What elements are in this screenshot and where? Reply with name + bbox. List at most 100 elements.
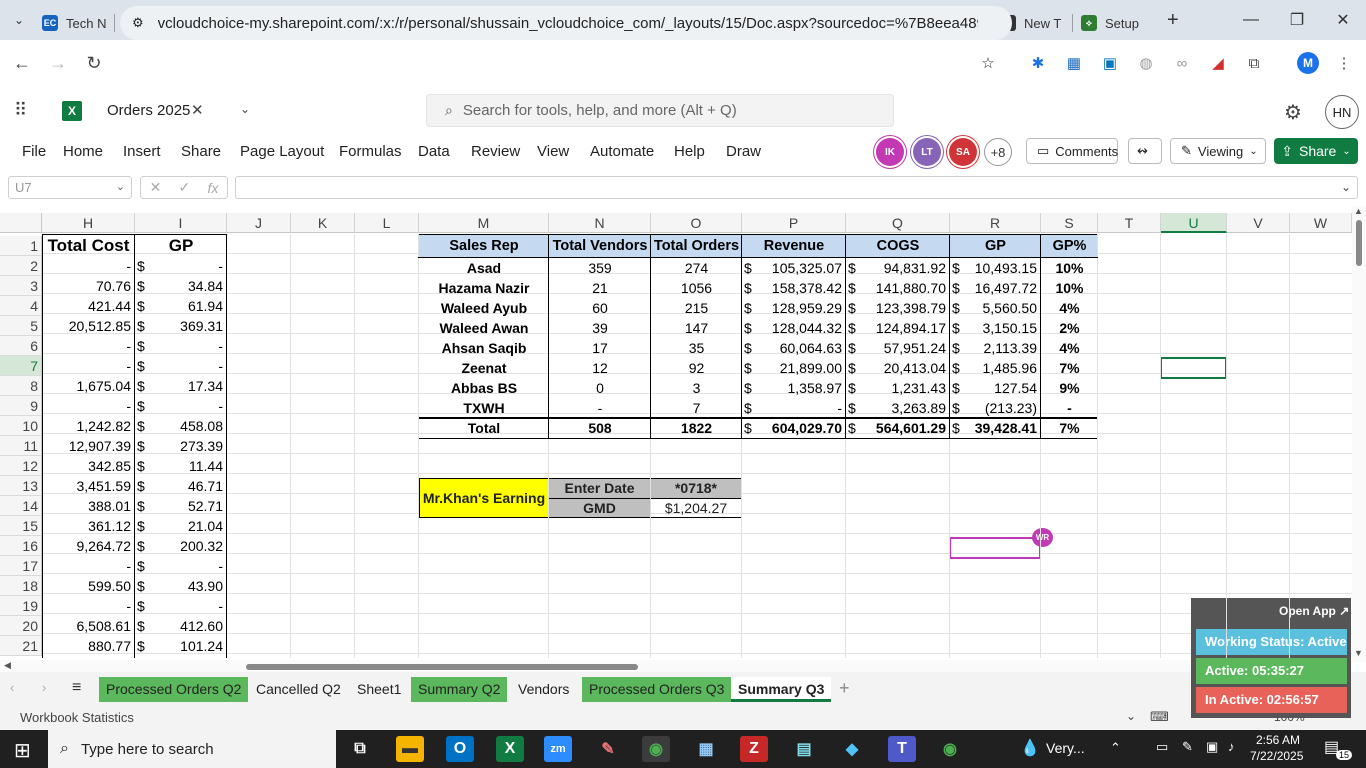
filezilla-icon[interactable]: Z bbox=[740, 736, 768, 762]
summary-header[interactable]: COGS bbox=[846, 236, 950, 256]
document-title[interactable]: Orders 2025 bbox=[107, 102, 190, 119]
sheet-tab[interactable]: Cancelled Q2 bbox=[249, 677, 348, 702]
workbook-statistics[interactable]: Workbook Statistics bbox=[20, 710, 134, 725]
gp-cell[interactable]: 200.32 bbox=[135, 536, 227, 556]
total-vendors-cell[interactable]: 12 bbox=[549, 358, 651, 378]
summary-gp-cell[interactable]: 2,113.39 bbox=[950, 338, 1041, 358]
total-cost-cell[interactable]: 388.01 bbox=[42, 496, 135, 516]
more-collaborators[interactable]: +8 bbox=[984, 138, 1012, 166]
column-header-O[interactable]: O bbox=[651, 213, 742, 233]
gp-cell[interactable]: 52.71 bbox=[135, 496, 227, 516]
windows-start-icon[interactable]: ⊞ bbox=[14, 738, 31, 763]
total-vendors-cell[interactable]: 359 bbox=[549, 258, 651, 278]
row-header-8[interactable]: 8 bbox=[0, 376, 42, 396]
row-header-10[interactable]: 10 bbox=[0, 416, 42, 436]
total-orders-cell[interactable]: 3 bbox=[651, 378, 742, 398]
collaborator-avatar[interactable]: LT bbox=[913, 138, 941, 166]
share-button[interactable]: ⇪ Share ⌄ bbox=[1274, 138, 1358, 164]
tray-app-icon[interactable]: ▭ bbox=[1156, 739, 1168, 755]
ribbon-tab-automate[interactable]: Automate bbox=[590, 143, 654, 160]
chrome-taskbar-icon[interactable]: ◉ bbox=[642, 736, 670, 762]
total-orders-cell[interactable]: 7 bbox=[651, 398, 742, 418]
close-window-icon[interactable]: ✕ bbox=[1320, 0, 1366, 40]
weather-icon[interactable]: 💧 bbox=[1020, 738, 1040, 758]
row-header-15[interactable]: 15 bbox=[0, 516, 42, 536]
column-header-H[interactable]: H bbox=[42, 213, 135, 233]
omnibox[interactable]: ⚙ vcloudchoice-my.sharepoint.com/:x:/r/p… bbox=[120, 6, 1012, 40]
total-orders-cell[interactable]: 1822 bbox=[651, 418, 742, 438]
formula-input[interactable]: ⌄ bbox=[235, 176, 1358, 199]
network-icon[interactable]: ▣ bbox=[1206, 739, 1218, 755]
select-all-corner[interactable] bbox=[0, 213, 42, 233]
total-cost-cell[interactable]: - bbox=[42, 596, 135, 616]
gp-cell[interactable]: 273.39 bbox=[135, 436, 227, 456]
khan-earning-label[interactable]: Mr.Khan's Earning bbox=[419, 478, 549, 518]
browser-menu-icon[interactable]: ⋮ bbox=[1333, 52, 1355, 74]
row-header-7[interactable]: 7 bbox=[0, 356, 42, 376]
pin-icon[interactable]: ✕ bbox=[191, 101, 204, 119]
sheet-tab[interactable]: Sheet1 bbox=[350, 677, 408, 702]
revenue-cell[interactable]: 128,044.32 bbox=[742, 318, 846, 338]
total-vendors-cell[interactable]: 17 bbox=[549, 338, 651, 358]
confirm-formula-icon[interactable]: ✓ bbox=[179, 179, 191, 196]
ribbon-tab-review[interactable]: Review bbox=[471, 143, 520, 160]
summary-gp-cell[interactable]: 39,428.41 bbox=[950, 418, 1041, 438]
summary-gp-cell[interactable]: 5,560.50 bbox=[950, 298, 1041, 318]
sheet-tab[interactable]: Vendors bbox=[511, 677, 577, 702]
excel-logo-icon[interactable]: X bbox=[62, 101, 82, 121]
keyboard-icon[interactable]: ⌨ bbox=[1150, 709, 1169, 725]
settings-gear-icon[interactable]: ⚙ bbox=[1284, 100, 1302, 125]
gp-percent-cell[interactable]: 4% bbox=[1041, 338, 1098, 358]
total-cost-cell[interactable]: 12,907.39 bbox=[42, 436, 135, 456]
browser-tab[interactable]: EC Tech N bbox=[34, 7, 114, 39]
summary-header[interactable]: GP% bbox=[1041, 236, 1098, 256]
summary-header[interactable]: Total Orders bbox=[651, 236, 742, 256]
enter-date-value[interactable]: *0718* bbox=[650, 478, 742, 499]
total-cost-cell[interactable]: 20,512.85 bbox=[42, 316, 135, 336]
row-header-21[interactable]: 21 bbox=[0, 636, 42, 656]
ribbon-tab-formulas[interactable]: Formulas bbox=[339, 143, 402, 160]
cogs-cell[interactable]: 57,951.24 bbox=[846, 338, 950, 358]
scroll-down-icon[interactable]: ▼ bbox=[1354, 648, 1363, 658]
extension-1-icon[interactable]: ✱ bbox=[1027, 52, 1049, 74]
tray-pen-icon[interactable]: ✎ bbox=[1182, 739, 1193, 755]
row-header-1[interactable]: 1 bbox=[0, 236, 42, 256]
column-header-L[interactable]: L bbox=[355, 213, 419, 233]
user-avatar[interactable]: HN bbox=[1325, 95, 1359, 129]
column-header-T[interactable]: T bbox=[1098, 213, 1161, 233]
gp-cell[interactable]: - bbox=[135, 596, 227, 616]
summary-header[interactable]: GP bbox=[950, 236, 1041, 256]
total-orders-cell[interactable]: 147 bbox=[651, 318, 742, 338]
column-header-I[interactable]: I bbox=[135, 213, 227, 233]
cogs-cell[interactable]: 123,398.79 bbox=[846, 298, 950, 318]
gp-percent-cell[interactable]: 4% bbox=[1041, 298, 1098, 318]
gp-cell[interactable]: 21.04 bbox=[135, 516, 227, 536]
gmd-value[interactable]: $1,204.27 bbox=[650, 498, 742, 518]
gp-cell[interactable]: 43.90 bbox=[135, 576, 227, 596]
selected-cell-U7[interactable] bbox=[1160, 357, 1227, 379]
back-icon[interactable]: ← bbox=[4, 45, 40, 81]
tab-search-chevron-icon[interactable]: ⌄ bbox=[4, 6, 34, 34]
expand-formula-icon[interactable]: ⌄ bbox=[1341, 180, 1351, 194]
summary-gp-cell[interactable]: (213.23) bbox=[950, 398, 1041, 418]
name-box-chevron-icon[interactable]: ⌄ bbox=[116, 180, 125, 193]
clock-date[interactable]: 7/22/2025 bbox=[1250, 749, 1303, 763]
summary-gp-cell[interactable]: 1,485.96 bbox=[950, 358, 1041, 378]
column-header-W[interactable]: W bbox=[1290, 213, 1352, 233]
sheet-tab[interactable]: Processed Orders Q3 bbox=[582, 677, 732, 702]
total-cost-cell[interactable]: 880.77 bbox=[42, 636, 135, 656]
extension-globe-icon[interactable]: ◍ bbox=[1135, 52, 1157, 74]
gp-cell[interactable]: 34.84 bbox=[135, 276, 227, 296]
sales-rep-cell[interactable]: Waleed Awan bbox=[419, 318, 549, 338]
sheet-tab[interactable]: Processed Orders Q2 bbox=[99, 677, 249, 702]
column-header-N[interactable]: N bbox=[549, 213, 651, 233]
row-header-19[interactable]: 19 bbox=[0, 596, 42, 616]
total-cost-cell[interactable]: 9,264.72 bbox=[42, 536, 135, 556]
total-cost-cell[interactable]: - bbox=[42, 556, 135, 576]
gp-cell[interactable]: 412.60 bbox=[135, 616, 227, 636]
total-cost-cell[interactable]: 421.44 bbox=[42, 296, 135, 316]
total-cost-cell[interactable]: - bbox=[42, 336, 135, 356]
app-launcher-icon[interactable]: ⠿ bbox=[14, 100, 28, 121]
forward-icon[interactable]: → bbox=[40, 45, 76, 81]
chrome-profile-icon[interactable]: ◉ bbox=[936, 736, 964, 762]
